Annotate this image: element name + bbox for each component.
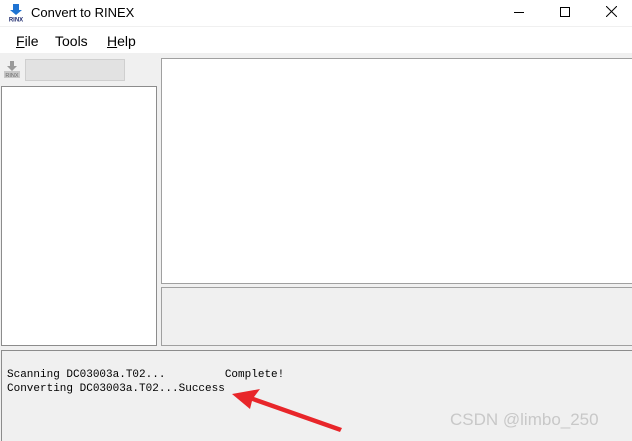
maximize-icon	[560, 4, 570, 22]
minimize-button[interactable]	[496, 0, 542, 26]
preview-panel[interactable]	[161, 58, 632, 284]
svg-text:RINX: RINX	[5, 73, 18, 78]
watermark: CSDN @limbo_250	[450, 410, 599, 429]
menu-tools-label: Tools	[55, 33, 88, 49]
red-arrow-annotation	[226, 385, 346, 438]
window-title: Convert to RINEX	[31, 5, 135, 20]
close-icon	[605, 4, 617, 22]
menu-help-label: elp	[117, 33, 136, 49]
maximize-button[interactable]	[542, 0, 588, 26]
minimize-icon	[514, 4, 524, 22]
close-button[interactable]	[588, 0, 632, 26]
svg-text:RINX: RINX	[9, 17, 23, 22]
log-line: Scanning DC03003a.T02... Complete!	[7, 369, 285, 381]
title-bar: RINX Convert to RINEX	[0, 0, 632, 26]
menu-bar: File Tools Help	[0, 27, 632, 53]
rinex-app-icon: RINX	[8, 4, 24, 23]
menu-file[interactable]: File	[16, 33, 39, 49]
convert-toolbar-button[interactable]: RINX	[4, 61, 20, 79]
menu-file-mnemonic: F	[16, 33, 25, 49]
file-list-panel[interactable]	[1, 86, 157, 346]
menu-help[interactable]: Help	[107, 33, 136, 49]
log-line: Converting DC03003a.T02...Success	[7, 383, 225, 395]
menu-tools[interactable]: Tools	[55, 33, 88, 49]
details-panel	[161, 287, 632, 346]
menu-help-mnemonic: H	[107, 33, 118, 49]
menu-file-label: ile	[24, 33, 39, 49]
rinex-convert-icon: RINX	[4, 61, 20, 82]
toolbar-input-field[interactable]	[25, 59, 125, 81]
